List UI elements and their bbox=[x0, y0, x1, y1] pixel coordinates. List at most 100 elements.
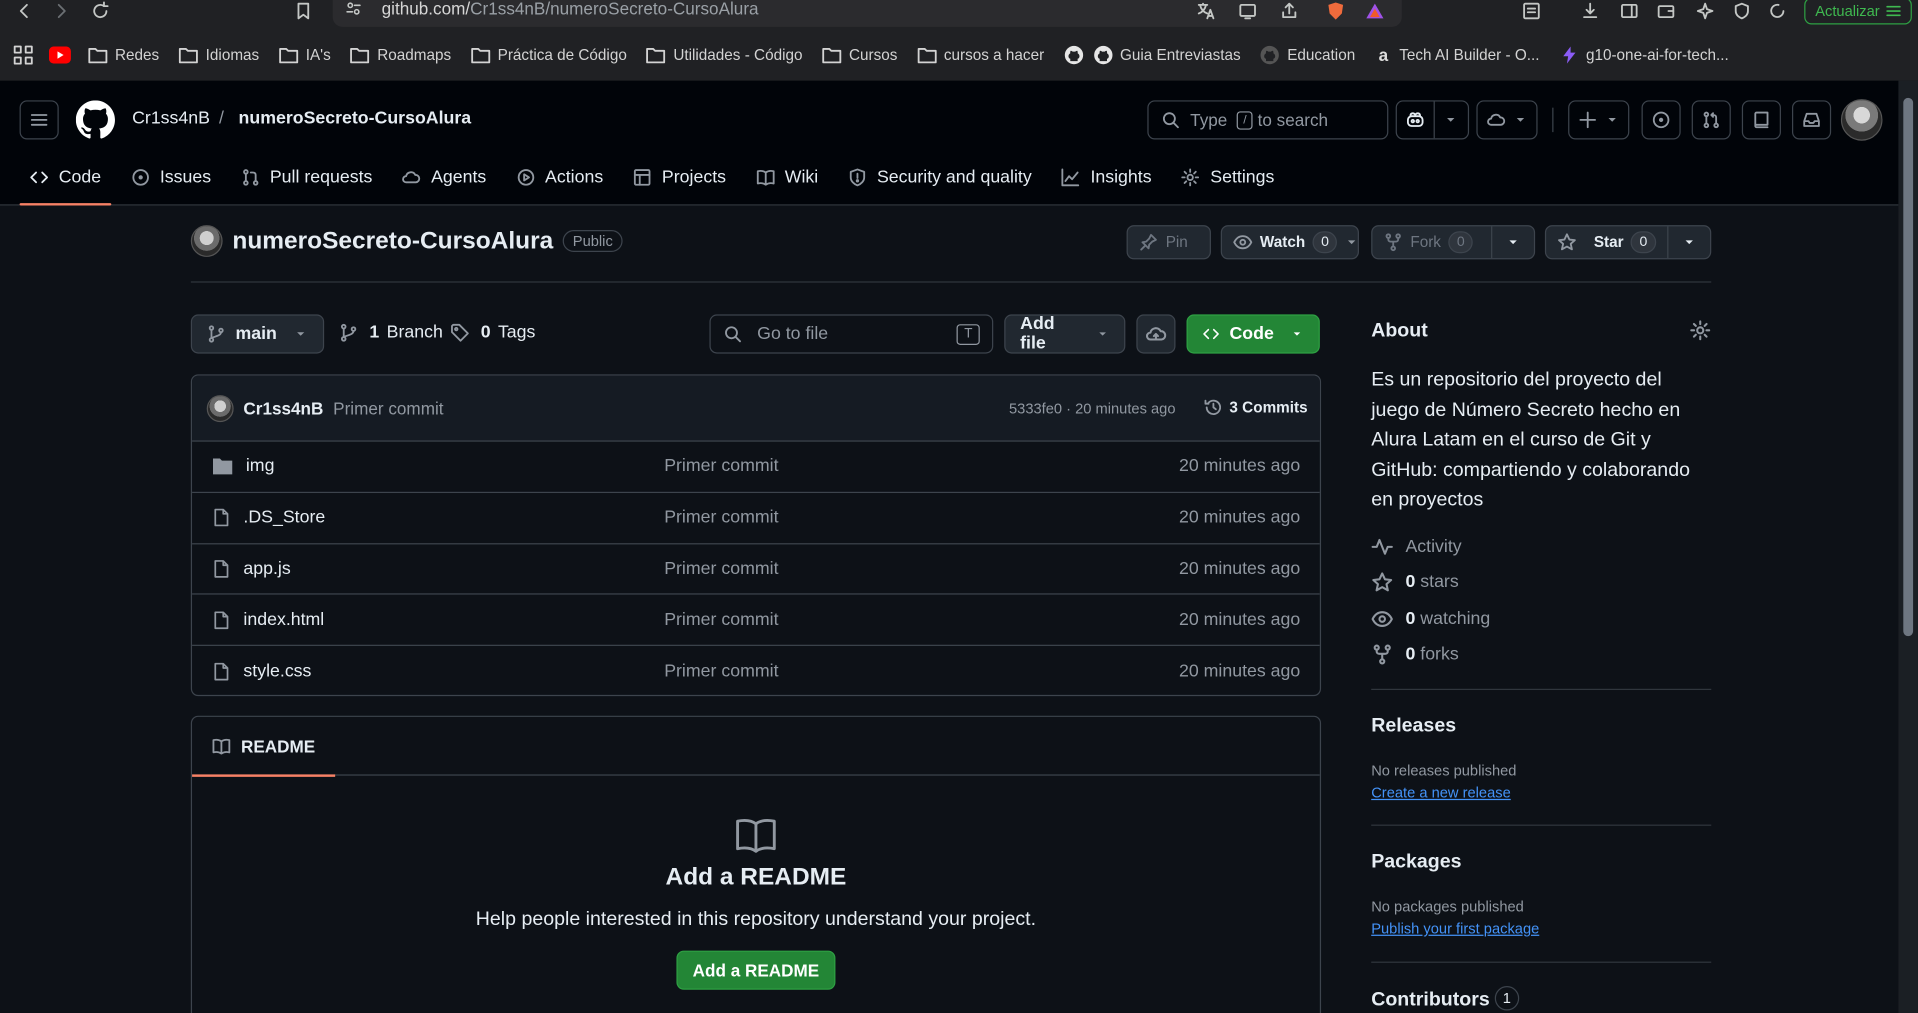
owner-link[interactable]: Cr1ss4nB bbox=[132, 109, 210, 129]
star-button[interactable]: Star 0 bbox=[1544, 225, 1712, 260]
table-row[interactable]: .DS_Store Primer commit 20 minutes ago bbox=[192, 493, 1320, 544]
vpn-icon[interactable] bbox=[1730, 0, 1754, 22]
bookmark-folder[interactable]: Cursos bbox=[822, 46, 897, 64]
file-name[interactable]: index.html bbox=[243, 610, 324, 630]
gear-icon[interactable] bbox=[1689, 319, 1711, 341]
watch-button[interactable]: Watch 0 bbox=[1220, 225, 1359, 260]
create-new-button[interactable] bbox=[1568, 100, 1630, 140]
youtube-icon[interactable] bbox=[48, 46, 71, 64]
commit-meta[interactable]: 5333fe0 · 20 minutes ago bbox=[1009, 400, 1175, 417]
scrollbar-thumb[interactable] bbox=[1903, 97, 1914, 637]
repo-name[interactable]: numeroSecreto-CursoAlura bbox=[232, 227, 553, 255]
bookmark-folder[interactable]: cursos a hacer bbox=[917, 46, 1044, 64]
site-info-icon[interactable] bbox=[345, 0, 362, 17]
repositories-button[interactable] bbox=[1741, 100, 1781, 140]
share-icon[interactable] bbox=[1277, 0, 1301, 22]
bookmark-link[interactable]: g10-one-ai-for-tech... bbox=[1559, 45, 1729, 65]
codespaces-button[interactable] bbox=[1476, 100, 1538, 140]
owner-avatar[interactable] bbox=[190, 225, 223, 257]
table-row[interactable]: style.css Primer commit 20 minutes ago bbox=[192, 646, 1320, 695]
bookmark-folder[interactable]: Práctica de Código bbox=[471, 46, 627, 64]
bookmark-folder[interactable]: Redes bbox=[88, 46, 159, 64]
leo-ai-icon[interactable] bbox=[1693, 0, 1717, 22]
tab-settings[interactable]: Settings bbox=[1171, 149, 1284, 205]
inbox-button[interactable] bbox=[1791, 100, 1832, 140]
file-name[interactable]: style.css bbox=[243, 662, 311, 682]
bookmark-link[interactable]: a Tech AI Builder - O... bbox=[1375, 45, 1540, 65]
star-dropdown[interactable] bbox=[1667, 226, 1710, 259]
tab-security[interactable]: Security and quality bbox=[838, 149, 1042, 205]
bookmark-star-icon[interactable] bbox=[289, 0, 318, 22]
readme-tab[interactable]: README bbox=[192, 717, 335, 777]
bookmark-link[interactable]: Guia Entreviastas bbox=[1093, 45, 1241, 65]
avatar[interactable] bbox=[1840, 99, 1883, 141]
tab-wiki[interactable]: Wiki bbox=[746, 149, 828, 205]
brave-rewards-icon[interactable] bbox=[1363, 0, 1387, 22]
commit-author[interactable]: Cr1ss4nB bbox=[243, 398, 323, 418]
file-name[interactable]: app.js bbox=[243, 559, 290, 579]
commits-link[interactable]: 3 Commits bbox=[1204, 398, 1308, 418]
file-name[interactable]: img bbox=[246, 457, 275, 477]
stars-link[interactable]: 0 stars bbox=[1371, 571, 1459, 593]
branches-link[interactable]: 1 Branch bbox=[339, 323, 443, 343]
brave-shield-icon[interactable] bbox=[1324, 0, 1348, 22]
add-file-button[interactable]: Add file bbox=[1004, 314, 1126, 354]
pull-requests-button[interactable] bbox=[1691, 100, 1731, 140]
reader-icon[interactable] bbox=[1519, 0, 1543, 22]
file-commit-message[interactable]: Primer commit bbox=[664, 662, 778, 682]
tab-projects[interactable]: Projects bbox=[623, 149, 736, 205]
github-bookmark[interactable] bbox=[1064, 45, 1084, 65]
reload-icon[interactable] bbox=[86, 0, 115, 22]
downloads-icon[interactable] bbox=[1578, 0, 1602, 22]
issues-button[interactable] bbox=[1641, 100, 1681, 140]
forks-link[interactable]: 0 forks bbox=[1371, 644, 1459, 666]
file-commit-message[interactable]: Primer commit bbox=[664, 559, 778, 579]
bookmark-folder[interactable]: Utilidades - Código bbox=[646, 46, 802, 64]
repo-link[interactable]: numeroSecreto-CursoAlura bbox=[239, 109, 472, 129]
tab-code[interactable]: Code bbox=[19, 149, 111, 206]
code-button[interactable]: Code bbox=[1186, 314, 1320, 354]
commit-message[interactable]: Primer commit bbox=[333, 398, 443, 418]
back-icon[interactable] bbox=[10, 0, 39, 22]
translate-icon[interactable] bbox=[1194, 0, 1218, 22]
cast-icon[interactable] bbox=[1235, 0, 1259, 22]
menu-button[interactable] bbox=[19, 100, 59, 140]
go-to-file-input[interactable]: Go to file T bbox=[709, 314, 994, 354]
github-logo-icon[interactable] bbox=[75, 100, 115, 139]
create-release-link[interactable]: Create a new release bbox=[1371, 784, 1511, 801]
scrollbar[interactable] bbox=[1898, 80, 1918, 1013]
sidebar-icon[interactable] bbox=[1617, 0, 1641, 22]
fork-dropdown[interactable] bbox=[1491, 226, 1534, 259]
fork-button[interactable]: Fork 0 bbox=[1371, 225, 1536, 260]
table-row[interactable]: img Primer commit 20 minutes ago bbox=[192, 442, 1320, 493]
contributors-heading[interactable]: Contributors 1 bbox=[1371, 986, 1520, 1012]
activity-link[interactable]: Activity bbox=[1371, 536, 1462, 558]
file-name[interactable]: .DS_Store bbox=[243, 508, 325, 528]
pin-button[interactable]: Pin bbox=[1126, 225, 1211, 260]
releases-heading[interactable]: Releases bbox=[1371, 716, 1456, 738]
tags-link[interactable]: 0 Tags bbox=[450, 323, 535, 343]
search-input[interactable]: Type / to search bbox=[1147, 100, 1389, 140]
bookmark-folder[interactable]: Roadmaps bbox=[350, 46, 451, 64]
update-button[interactable]: Actualizar bbox=[1804, 0, 1912, 25]
copilot-button[interactable] bbox=[1395, 100, 1470, 140]
extension-icon[interactable] bbox=[1766, 0, 1790, 22]
tab-actions[interactable]: Actions bbox=[506, 149, 613, 205]
table-row[interactable]: index.html Primer commit 20 minutes ago bbox=[192, 595, 1320, 647]
publish-package-link[interactable]: Publish your first package bbox=[1371, 920, 1539, 937]
wallet-icon[interactable] bbox=[1654, 0, 1678, 22]
file-commit-message[interactable]: Primer commit bbox=[664, 508, 778, 528]
tab-pull-requests[interactable]: Pull requests bbox=[231, 149, 382, 205]
add-readme-button[interactable]: Add a README bbox=[676, 950, 836, 990]
forward-icon[interactable] bbox=[46, 0, 75, 22]
tab-issues[interactable]: Issues bbox=[121, 149, 221, 205]
file-commit-message[interactable]: Primer commit bbox=[664, 610, 778, 630]
commit-author-avatar[interactable] bbox=[206, 394, 234, 422]
table-row[interactable]: app.js Primer commit 20 minutes ago bbox=[192, 544, 1320, 596]
apps-icon[interactable] bbox=[12, 44, 34, 66]
tab-insights[interactable]: Insights bbox=[1051, 149, 1161, 205]
tab-agents[interactable]: Agents bbox=[392, 149, 496, 205]
bookmark-folder[interactable]: Idiomas bbox=[179, 46, 259, 64]
branch-select[interactable]: main bbox=[190, 314, 325, 354]
packages-heading[interactable]: Packages bbox=[1371, 851, 1461, 873]
